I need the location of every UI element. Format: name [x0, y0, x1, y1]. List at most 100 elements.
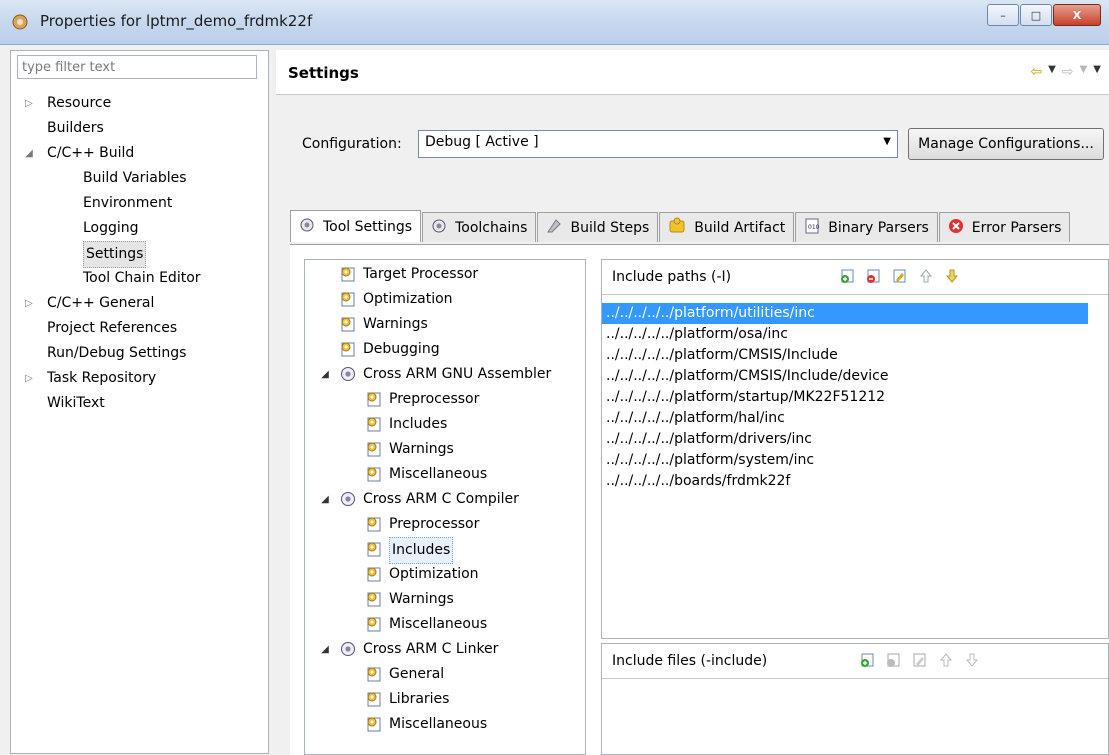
filter-input[interactable]: [17, 55, 257, 79]
add-icon[interactable]: [860, 652, 876, 668]
move-down-icon[interactable]: [944, 268, 960, 284]
nav-item[interactable]: Builders: [11, 116, 268, 141]
tree-item-label: Warnings: [363, 316, 428, 332]
include-paths-title: Include paths (-I): [612, 269, 732, 285]
edit-icon[interactable]: [912, 652, 928, 668]
settings-page-icon: [365, 415, 383, 433]
nav-item-label: Project References: [47, 320, 178, 336]
list-item[interactable]: ../../../../../platform/CMSIS/Include/de…: [602, 366, 1108, 387]
back-arrow-icon[interactable]: ⇦: [1030, 64, 1042, 80]
nav-item-label: Run/Debug Settings: [47, 345, 187, 361]
tree-item[interactable]: ◢ Cross ARM GNU Assembler: [305, 362, 585, 387]
tree-item[interactable]: Miscellaneous: [305, 612, 585, 637]
tab-tool-settings[interactable]: Tool Settings: [290, 210, 422, 242]
tree-item[interactable]: General: [305, 662, 585, 687]
expand-arrow-icon[interactable]: ▷: [23, 366, 35, 391]
tree-item-label: Warnings: [389, 441, 454, 457]
tree-item[interactable]: Preprocessor: [305, 512, 585, 537]
tree-item[interactable]: Warnings: [305, 312, 585, 337]
close-button[interactable]: X: [1053, 4, 1101, 26]
list-item[interactable]: ../../../../../platform/hal/inc: [602, 408, 1108, 429]
tab-error-parsers[interactable]: Error Parsers: [938, 212, 1071, 242]
tab-label: Error Parsers: [971, 219, 1062, 236]
list-item[interactable]: ../../../../../platform/osa/inc: [602, 324, 1108, 345]
tree-item-label: Warnings: [389, 591, 454, 607]
nav-item[interactable]: WikiText: [11, 391, 268, 416]
nav-item[interactable]: Run/Debug Settings: [11, 341, 268, 366]
manage-configurations-button[interactable]: Manage Configurations...: [908, 128, 1104, 160]
list-item[interactable]: ../../../../../platform/CMSIS/Include: [602, 345, 1108, 366]
tab-build-steps[interactable]: Build Steps: [537, 212, 659, 242]
settings-page-icon: [365, 590, 383, 608]
list-item[interactable]: ../../../../../platform/system/inc: [602, 450, 1108, 471]
edit-icon[interactable]: [892, 268, 908, 284]
gear-icon: [431, 218, 447, 238]
chevron-down-icon[interactable]: ▼: [1048, 64, 1056, 80]
gear-icon: [339, 365, 357, 383]
configuration-select[interactable]: Debug [ Active ] ▼: [418, 130, 898, 158]
settings-page-icon: [339, 315, 357, 333]
svg-text:010: 010: [808, 224, 820, 231]
tool-settings-tree: Target Processor Optimization Warnings Debu…: [304, 259, 586, 755]
tree-item[interactable]: Target Processor: [305, 262, 585, 287]
list-item[interactable]: ../../../../../platform/utilities/inc: [602, 303, 1088, 324]
minimize-button[interactable]: –: [987, 4, 1019, 26]
expand-arrow-icon[interactable]: ▷: [23, 291, 35, 316]
tree-item[interactable]: Warnings: [305, 437, 585, 462]
tab-binary-parsers[interactable]: 010 Binary Parsers: [795, 212, 938, 242]
nav-item-label: Resource: [47, 95, 112, 111]
maximize-button[interactable]: □: [1020, 4, 1052, 26]
tree-item[interactable]: Includes: [305, 412, 585, 437]
tree-item[interactable]: Preprocessor: [305, 387, 585, 412]
tree-item[interactable]: ◢ Cross ARM C Linker: [305, 637, 585, 662]
collapse-arrow-icon[interactable]: ◢: [23, 141, 35, 166]
tree-item-label: Miscellaneous: [389, 716, 488, 732]
add-icon[interactable]: [840, 268, 856, 284]
tree-item[interactable]: Debugging: [305, 337, 585, 362]
tree-item[interactable]: Warnings: [305, 587, 585, 612]
nav-item[interactable]: Settings: [11, 241, 268, 268]
list-item[interactable]: ../../../../../platform/drivers/inc: [602, 429, 1108, 450]
chevron-down-icon[interactable]: ▼: [1080, 64, 1088, 80]
nav-item[interactable]: Environment: [11, 191, 268, 216]
tree-item[interactable]: ◢ Cross ARM C Compiler: [305, 487, 585, 512]
move-up-icon[interactable]: [938, 652, 954, 668]
nav-item[interactable]: Logging: [11, 216, 268, 241]
tab-toolchains[interactable]: Toolchains: [422, 212, 537, 242]
nav-item[interactable]: ▷ Task Repository: [11, 366, 268, 391]
tree-item-label: General: [389, 666, 445, 682]
nav-item-label: Builders: [47, 120, 104, 136]
delete-icon[interactable]: [886, 652, 902, 668]
nav-item[interactable]: ◢ C/C++ Build: [11, 141, 268, 166]
tree-item[interactable]: Libraries: [305, 687, 585, 712]
forward-arrow-icon[interactable]: ⇨: [1062, 64, 1074, 80]
tree-item[interactable]: Includes: [305, 537, 585, 564]
nav-item-label: C/C++ Build: [47, 145, 135, 161]
nav-item[interactable]: Build Variables: [11, 166, 268, 191]
delete-icon[interactable]: [866, 268, 882, 284]
include-files-header: Include files (-include): [602, 644, 1108, 679]
nav-item[interactable]: Tool Chain Editor: [11, 266, 268, 291]
collapse-arrow-icon[interactable]: ◢: [319, 637, 331, 662]
collapse-arrow-icon[interactable]: ◢: [319, 487, 331, 512]
tree-item[interactable]: Miscellaneous: [305, 712, 585, 737]
tree-item[interactable]: Optimization: [305, 562, 585, 587]
expand-arrow-icon[interactable]: ▷: [23, 91, 35, 116]
collapse-arrow-icon[interactable]: ◢: [319, 362, 331, 387]
tab-build-artifact[interactable]: Build Artifact: [659, 212, 795, 242]
settings-page-icon: [365, 565, 383, 583]
view-menu-icon[interactable]: ▼: [1093, 64, 1101, 80]
tree-item[interactable]: Miscellaneous: [305, 462, 585, 487]
move-up-icon[interactable]: [918, 268, 934, 284]
list-item[interactable]: ../../../../../platform/startup/MK22F512…: [602, 387, 1108, 408]
tree-item-label: Includes: [389, 537, 454, 564]
nav-item[interactable]: ▷ Resource: [11, 91, 268, 116]
list-item[interactable]: ../../../../../boards/frdmk22f: [602, 471, 1108, 492]
settings-header: Settings ⇦ ▼ ⇨ ▼ ▼: [276, 50, 1109, 95]
tree-item-label: Miscellaneous: [389, 466, 488, 482]
nav-item[interactable]: ▷ C/C++ General: [11, 291, 268, 316]
tree-item-label: Cross ARM C Linker: [363, 641, 499, 657]
move-down-icon[interactable]: [964, 652, 980, 668]
tree-item[interactable]: Optimization: [305, 287, 585, 312]
nav-item[interactable]: Project References: [11, 316, 268, 341]
